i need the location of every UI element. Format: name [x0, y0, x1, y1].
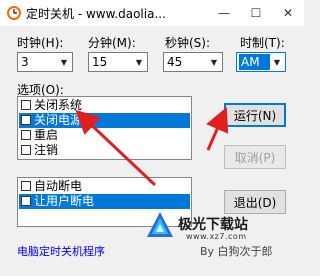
option-auto-power-off[interactable]: 自动断电 — [19, 179, 190, 194]
close-button[interactable]: ✕ — [272, 0, 304, 26]
minute-select[interactable]: 15 ▼ — [88, 52, 148, 72]
title-bar: 定时关机 - www.daolia... — ☐ ✕ — [0, 0, 304, 26]
run-button[interactable]: 运行(N) — [224, 103, 286, 127]
format-label: 时制(T): — [240, 36, 285, 50]
minimize-icon: — — [218, 6, 230, 20]
checkbox[interactable] — [21, 181, 31, 191]
option-shutdown[interactable]: 关闭系统 — [19, 98, 190, 113]
option-logoff[interactable]: 注销 — [19, 143, 190, 158]
format-select[interactable]: AM ▼ — [236, 52, 286, 72]
checkbox[interactable] — [21, 130, 31, 140]
checkbox[interactable] — [21, 145, 31, 155]
maximize-icon: ☐ — [250, 6, 262, 20]
checkbox[interactable] — [21, 100, 31, 110]
format-value: AM — [239, 54, 270, 70]
chevron-down-icon: ▼ — [210, 57, 218, 67]
second-value: 45 — [167, 55, 183, 69]
hour-label: 时钟(H): — [17, 36, 64, 50]
options-list[interactable]: 关闭系统 ✔ 关闭电源 重启 注销 — [17, 96, 192, 160]
option-user-power-off[interactable]: ✔ 让用户断电 — [19, 194, 190, 209]
arrow-to-run-button — [206, 107, 229, 151]
minute-label: 分钟(M): — [88, 36, 136, 50]
watermark-logo-icon — [147, 212, 173, 237]
watermark-url: www.xz7.com — [186, 232, 247, 241]
chevron-down-icon: ▼ — [60, 57, 68, 67]
maximize-button[interactable]: ☐ — [240, 0, 272, 26]
option-restart[interactable]: 重启 — [19, 128, 190, 143]
window-title: 定时关机 - www.daolia... — [26, 7, 166, 21]
hour-value: 3 — [21, 55, 29, 69]
chevron-down-icon: ▼ — [273, 57, 281, 67]
clock-app-icon — [7, 6, 21, 20]
checkbox-checked[interactable]: ✔ — [21, 196, 31, 206]
cancel-button[interactable]: 取消(P) — [224, 145, 286, 169]
watermark-name: 极光下载站 — [178, 217, 248, 233]
author-text: By 白狗次于郎 — [200, 245, 273, 258]
close-icon: ✕ — [282, 6, 294, 20]
exit-button[interactable]: 退出(D) — [224, 190, 286, 214]
minimize-button[interactable]: — — [208, 0, 240, 26]
hour-select[interactable]: 3 ▼ — [17, 52, 73, 72]
checkbox-checked[interactable]: ✔ — [21, 115, 31, 125]
second-select[interactable]: 45 ▼ — [163, 52, 223, 72]
program-link[interactable]: 电脑定时关机程序 — [17, 243, 105, 259]
option-power-off[interactable]: ✔ 关闭电源 — [19, 113, 190, 128]
minute-value: 15 — [92, 55, 108, 69]
second-label: 秒钟(S): — [165, 36, 211, 50]
chevron-down-icon: ▼ — [135, 57, 143, 67]
